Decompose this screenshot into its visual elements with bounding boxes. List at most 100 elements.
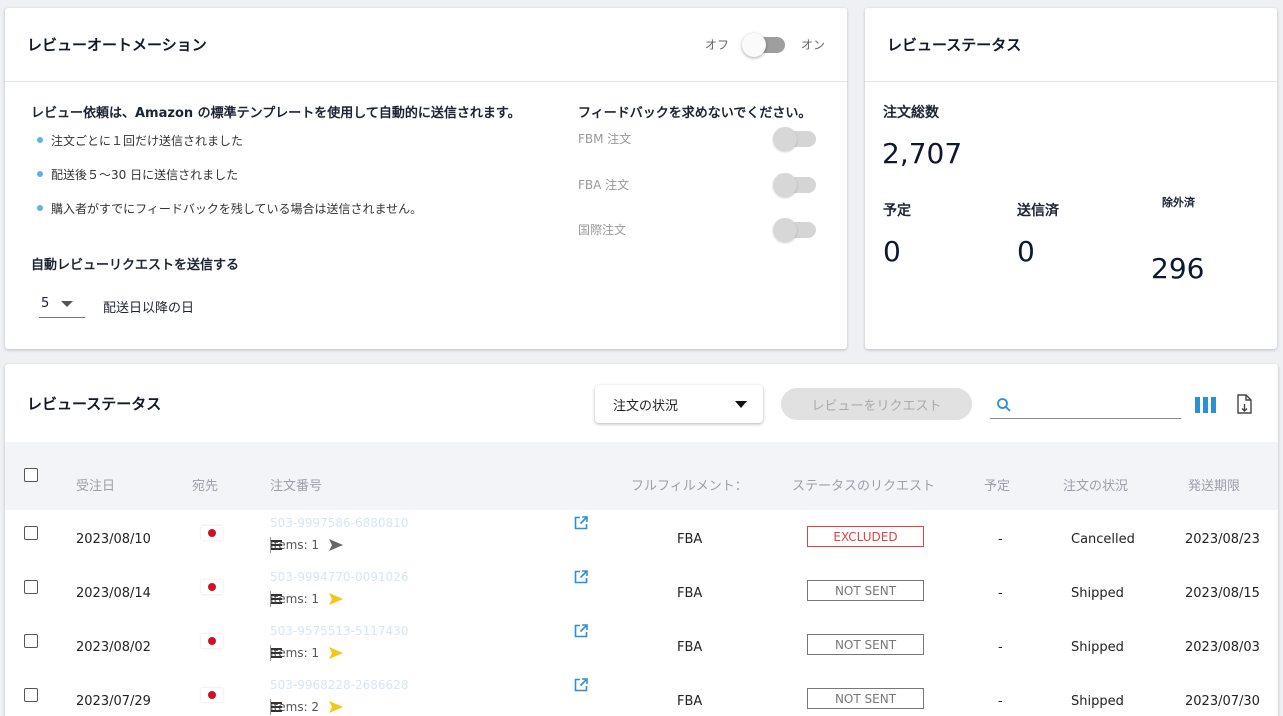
request-status-badge: NOT SENT bbox=[807, 580, 924, 601]
search-box bbox=[990, 391, 1181, 419]
scheduled: - bbox=[998, 586, 1003, 601]
send-request-title: 自動レビューリクエストを送信する bbox=[31, 258, 240, 273]
column-request-status[interactable]: ステータスのリクエスト bbox=[792, 475, 935, 494]
column-order-status[interactable]: 注文の状況 bbox=[1063, 475, 1128, 494]
items-group: Items: 2 bbox=[270, 699, 344, 715]
bullet-item: 購入者がすでにフィードバックを残している場合は送信されません。 bbox=[37, 200, 422, 234]
select-all-checkbox[interactable] bbox=[24, 468, 38, 482]
review-table-card: レビューステータス 注文の状況 レビューをリクエスト 受注日 宛先 注文番号 フ… bbox=[5, 364, 1278, 716]
feedback-option-intl: 国際注文 bbox=[578, 217, 816, 242]
days-value: 5 bbox=[41, 296, 50, 311]
excluded-label: 除外済 bbox=[1162, 196, 1195, 209]
toggle-knob[interactable] bbox=[773, 217, 797, 242]
japan-flag-icon bbox=[201, 688, 223, 702]
toggle-knob[interactable] bbox=[773, 172, 797, 197]
bullet-text: 配送後５〜30 日に送信されました bbox=[51, 168, 239, 182]
japan-flag-icon bbox=[201, 634, 223, 648]
order-number-link[interactable]: 503-9968228-2686628 bbox=[270, 678, 408, 692]
request-status-badge: NOT SENT bbox=[807, 688, 924, 709]
column-order-date[interactable]: 受注日 bbox=[76, 475, 115, 494]
request-status-badge: EXCLUDED bbox=[807, 526, 924, 547]
order-status-select[interactable]: 注文の状況 bbox=[595, 385, 763, 423]
note-icon[interactable] bbox=[270, 539, 282, 551]
fbm-toggle[interactable] bbox=[773, 126, 816, 151]
order-status: Shipped bbox=[1071, 694, 1124, 709]
search-input[interactable] bbox=[1018, 397, 1178, 412]
feedback-option-label: FBA 注文 bbox=[578, 178, 630, 192]
column-ship-by[interactable]: 発送期限 bbox=[1188, 475, 1240, 494]
intl-toggle[interactable] bbox=[773, 217, 816, 242]
row-checkbox[interactable] bbox=[24, 634, 38, 648]
japan-flag-icon bbox=[201, 580, 223, 594]
row-checkbox[interactable] bbox=[24, 526, 38, 540]
table-row: 2023/08/02 503-9575513-5117430 Items: 1 FBA… bbox=[5, 618, 1278, 672]
send-icon[interactable] bbox=[329, 701, 344, 713]
days-row: 5 配送日以降の日 bbox=[39, 294, 194, 318]
fulfillment: FBA bbox=[677, 640, 703, 655]
send-icon[interactable] bbox=[329, 647, 344, 659]
column-fulfillment[interactable]: フルフィルメント： bbox=[631, 475, 748, 494]
table-row: 2023/08/10 503-9997586-6880810 Items: 1 FBA… bbox=[5, 510, 1278, 564]
row-checkbox[interactable] bbox=[24, 580, 38, 594]
review-automation-card: レビューオートメーション オフ オン レビュー依頼は、Amazon の標準テンプ… bbox=[5, 8, 847, 349]
column-destination[interactable]: 宛先 bbox=[192, 475, 218, 494]
external-link-icon[interactable] bbox=[574, 516, 588, 530]
items-group: Items: 1 bbox=[270, 537, 344, 553]
feedback-option-label: FBM 注文 bbox=[578, 132, 632, 146]
japan-flag-icon bbox=[201, 526, 223, 540]
toggle-off-label: オフ bbox=[704, 38, 729, 52]
status-title: レビューステータス bbox=[887, 36, 1022, 54]
send-icon[interactable] bbox=[329, 539, 344, 551]
days-suffix: 配送日以降の日 bbox=[103, 300, 195, 316]
ship-by-date: 2023/07/30 bbox=[1185, 694, 1260, 709]
note-icon[interactable] bbox=[270, 701, 282, 713]
status-header: レビューステータス bbox=[865, 8, 1277, 82]
feedback-option-fbm: FBM 注文 bbox=[578, 126, 816, 151]
order-number-link[interactable]: 503-9994770-0091026 bbox=[270, 570, 408, 584]
days-select[interactable]: 5 bbox=[39, 294, 85, 318]
external-link-icon[interactable] bbox=[574, 570, 588, 584]
scheduled-label: 予定 bbox=[883, 203, 911, 219]
request-review-button[interactable]: レビューをリクエスト bbox=[781, 388, 972, 420]
table-toolbar: レビューステータス 注文の状況 レビューをリクエスト bbox=[5, 364, 1278, 442]
total-orders-value: 2,707 bbox=[882, 137, 963, 170]
scheduled: - bbox=[998, 640, 1003, 655]
order-number-link[interactable]: 503-9997586-6880810 bbox=[270, 516, 408, 530]
send-icon[interactable] bbox=[329, 593, 344, 605]
order-number-link[interactable]: 503-9575513-5117430 bbox=[270, 624, 408, 638]
fulfillment: FBA bbox=[677, 694, 703, 709]
scheduled-value: 0 bbox=[883, 235, 901, 268]
items-group: Items: 1 bbox=[270, 645, 344, 661]
column-order-number[interactable]: 注文番号 bbox=[270, 475, 322, 494]
note-icon[interactable] bbox=[270, 593, 282, 605]
toggle-knob[interactable] bbox=[741, 32, 766, 57]
columns-icon[interactable] bbox=[1195, 397, 1216, 413]
request-description: レビュー依頼は、Amazon の標準テンプレートを使用して自動的に送信されます。 bbox=[31, 106, 521, 121]
bullet-item: 配送後５〜30 日に送信されました bbox=[37, 166, 422, 200]
order-date: 2023/08/14 bbox=[76, 586, 151, 601]
row-checkbox[interactable] bbox=[24, 688, 38, 702]
ship-by-date: 2023/08/23 bbox=[1185, 532, 1260, 547]
order-date: 2023/07/29 bbox=[76, 694, 151, 709]
separator bbox=[270, 699, 271, 715]
export-icon[interactable] bbox=[1234, 392, 1254, 416]
bullet-dot-icon bbox=[37, 205, 43, 211]
external-link-icon[interactable] bbox=[574, 678, 588, 692]
note-icon[interactable] bbox=[270, 647, 282, 659]
toggle-knob[interactable] bbox=[773, 126, 797, 151]
automation-toggle[interactable] bbox=[741, 32, 785, 57]
column-scheduled[interactable]: 予定 bbox=[984, 475, 1010, 494]
order-date: 2023/08/02 bbox=[76, 640, 151, 655]
separator bbox=[270, 591, 271, 607]
external-link-icon[interactable] bbox=[574, 624, 588, 638]
fulfillment: FBA bbox=[677, 586, 703, 601]
search-icon[interactable] bbox=[996, 397, 1012, 413]
chevron-down-icon bbox=[735, 400, 747, 408]
bullet-dot-icon bbox=[37, 137, 43, 143]
automation-title: レビューオートメーション bbox=[27, 36, 207, 54]
bullet-list: 注文ごとに１回だけ送信されました 配送後５〜30 日に送信されました 購入者がす… bbox=[37, 132, 422, 234]
review-status-card: レビューステータス 注文総数 2,707 予定 0 送信済 0 除外済 296 bbox=[865, 8, 1277, 349]
fba-toggle[interactable] bbox=[773, 172, 816, 197]
request-status-badge: NOT SENT bbox=[807, 634, 924, 655]
feedback-title: フィードバックを求めないでください。 bbox=[578, 106, 812, 121]
